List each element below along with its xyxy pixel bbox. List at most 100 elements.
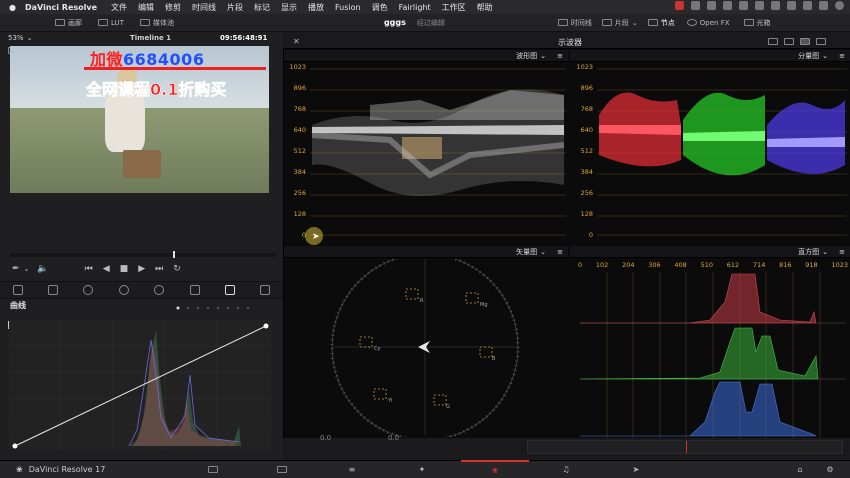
zoom-level[interactable]: 53%: [8, 34, 24, 42]
audio-icon[interactable]: 🔈: [37, 264, 48, 274]
skip-back-icon[interactable]: ⏮: [85, 264, 93, 274]
rgb-mixer-icon[interactable]: [154, 285, 165, 295]
color-match-icon[interactable]: [48, 285, 59, 295]
x-tick: 408: [674, 261, 687, 269]
play-icon[interactable]: ▶: [138, 264, 145, 274]
open-fx-button[interactable]: Open FX: [686, 19, 730, 27]
page-fairlight[interactable]: ♫: [548, 460, 584, 478]
vector-target-label: R: [420, 298, 424, 304]
status-icons: [675, 1, 844, 10]
chevron-down-icon[interactable]: ⌄: [24, 265, 30, 273]
chevron-down-icon[interactable]: ⌄: [822, 248, 828, 256]
screen-icon[interactable]: [723, 1, 732, 10]
menu-fairlight[interactable]: Fairlight: [399, 3, 431, 12]
layout-1-icon[interactable]: [768, 38, 778, 45]
play-reverse-icon[interactable]: ◀: [103, 264, 110, 274]
home-button[interactable]: ⌂: [790, 460, 810, 478]
loop-icon[interactable]: ↻: [173, 264, 181, 274]
page-color[interactable]: ❀: [461, 460, 529, 478]
curves-editor[interactable]: [9, 320, 271, 450]
wechat-icon-2[interactable]: [707, 1, 716, 10]
menu-help[interactable]: 帮助: [477, 2, 493, 13]
timeline-button[interactable]: 时间线: [557, 18, 592, 28]
skip-forward-icon[interactable]: ⏭: [155, 264, 163, 274]
menu-file[interactable]: 文件: [111, 2, 127, 13]
nodes-label: 节点: [660, 18, 675, 27]
menu-playback[interactable]: 播放: [308, 2, 324, 13]
histogram-selector[interactable]: 直方图: [798, 247, 819, 257]
bluetooth-icon[interactable]: [771, 1, 780, 10]
search-icon[interactable]: [803, 1, 812, 10]
control-center-icon[interactable]: [819, 1, 828, 10]
gallery-button[interactable]: 画廊: [55, 18, 82, 28]
scrubber-playhead[interactable]: [173, 251, 175, 258]
lightbox-button[interactable]: 光箱: [743, 18, 771, 28]
layout-4-icon[interactable]: [800, 38, 810, 45]
camera-raw-icon[interactable]: [12, 285, 23, 295]
curves-icon[interactable]: [224, 285, 235, 295]
chevron-down-icon[interactable]: ⌄: [540, 248, 546, 256]
waveform-selector[interactable]: 波形图: [516, 51, 537, 61]
close-icon[interactable]: ✕: [293, 37, 300, 46]
menu-fusion[interactable]: Fusion: [335, 3, 361, 12]
chevron-down-icon: ⌄: [631, 18, 638, 27]
nodes-button[interactable]: 节点: [647, 18, 675, 28]
menu-workspace[interactable]: 工作区: [442, 2, 466, 13]
video-frame[interactable]: 加微6684006 全网课程0.1折购买: [10, 46, 269, 193]
wechat-icon[interactable]: [691, 1, 700, 10]
chevron-down-icon[interactable]: ⌄: [540, 52, 546, 60]
color-wheels-icon[interactable]: [83, 285, 94, 295]
motion-effects-icon[interactable]: [189, 285, 200, 295]
suitcase: [123, 150, 161, 178]
lut-button[interactable]: LUT: [98, 19, 124, 27]
settings-button[interactable]: ⚙: [820, 460, 840, 478]
wifi-icon[interactable]: [787, 1, 796, 10]
siri-icon[interactable]: [835, 1, 844, 10]
menu-timeline[interactable]: 时间线: [192, 2, 216, 13]
scope-settings-icon[interactable]: ≡: [557, 248, 563, 256]
curve-white-point[interactable]: [263, 323, 269, 329]
chevron-down-icon[interactable]: ⌄: [27, 34, 33, 42]
scope-settings-icon[interactable]: ≡: [557, 52, 563, 60]
page-deliver[interactable]: ➤: [618, 460, 654, 478]
menu-trim[interactable]: 修剪: [165, 2, 181, 13]
scrubber-bar[interactable]: [10, 251, 276, 258]
page-cut[interactable]: [264, 460, 300, 478]
vectorscope-header: 矢量图 ⌄ ≡: [284, 246, 568, 258]
mini-timeline-playhead[interactable]: [686, 441, 687, 453]
timeline-name[interactable]: Timeline 1: [130, 34, 171, 42]
lower-value[interactable]: 0.0: [388, 434, 399, 442]
page-edit[interactable]: ≡: [334, 460, 370, 478]
gallery-icon: [55, 19, 65, 26]
menu-view[interactable]: 显示: [281, 2, 297, 13]
lower-value[interactable]: 0.0: [320, 434, 331, 442]
menu-edit[interactable]: 编辑: [138, 2, 154, 13]
menu-clip[interactable]: 片段: [227, 2, 243, 13]
timecode: 09:56:48:91: [220, 34, 268, 42]
hdr-icon[interactable]: [118, 285, 129, 295]
vectorscope-selector[interactable]: 矢量图: [516, 247, 537, 257]
record-icon[interactable]: [675, 1, 684, 10]
layout-2-icon[interactable]: [784, 38, 794, 45]
layout-more-icon[interactable]: [816, 38, 826, 45]
app-icon[interactable]: [739, 1, 748, 10]
page-media[interactable]: [195, 460, 231, 478]
parade-selector[interactable]: 分量图: [798, 51, 819, 61]
clips-button[interactable]: 片段 ⌄: [601, 18, 638, 28]
display-icon[interactable]: [755, 1, 764, 10]
apple-icon[interactable]: ●: [9, 3, 16, 12]
menu-color[interactable]: 调色: [372, 2, 388, 13]
mini-timeline[interactable]: [527, 440, 843, 454]
eyedropper-icon[interactable]: ✒: [12, 264, 20, 274]
more-tools-icon[interactable]: [260, 285, 271, 295]
menu-app-name[interactable]: DaVinci Resolve: [25, 3, 97, 12]
curve-black-point[interactable]: [12, 443, 18, 449]
media-pool-button[interactable]: 媒体池: [139, 18, 174, 28]
page-fusion[interactable]: ✦: [404, 460, 440, 478]
scope-settings-icon[interactable]: ≡: [839, 248, 845, 256]
stop-icon[interactable]: ■: [120, 264, 129, 274]
gallery-label: 画廊: [68, 18, 82, 27]
menu-mark[interactable]: 标记: [254, 2, 270, 13]
chevron-down-icon[interactable]: ⌄: [822, 52, 828, 60]
scope-settings-icon[interactable]: ≡: [839, 52, 845, 60]
